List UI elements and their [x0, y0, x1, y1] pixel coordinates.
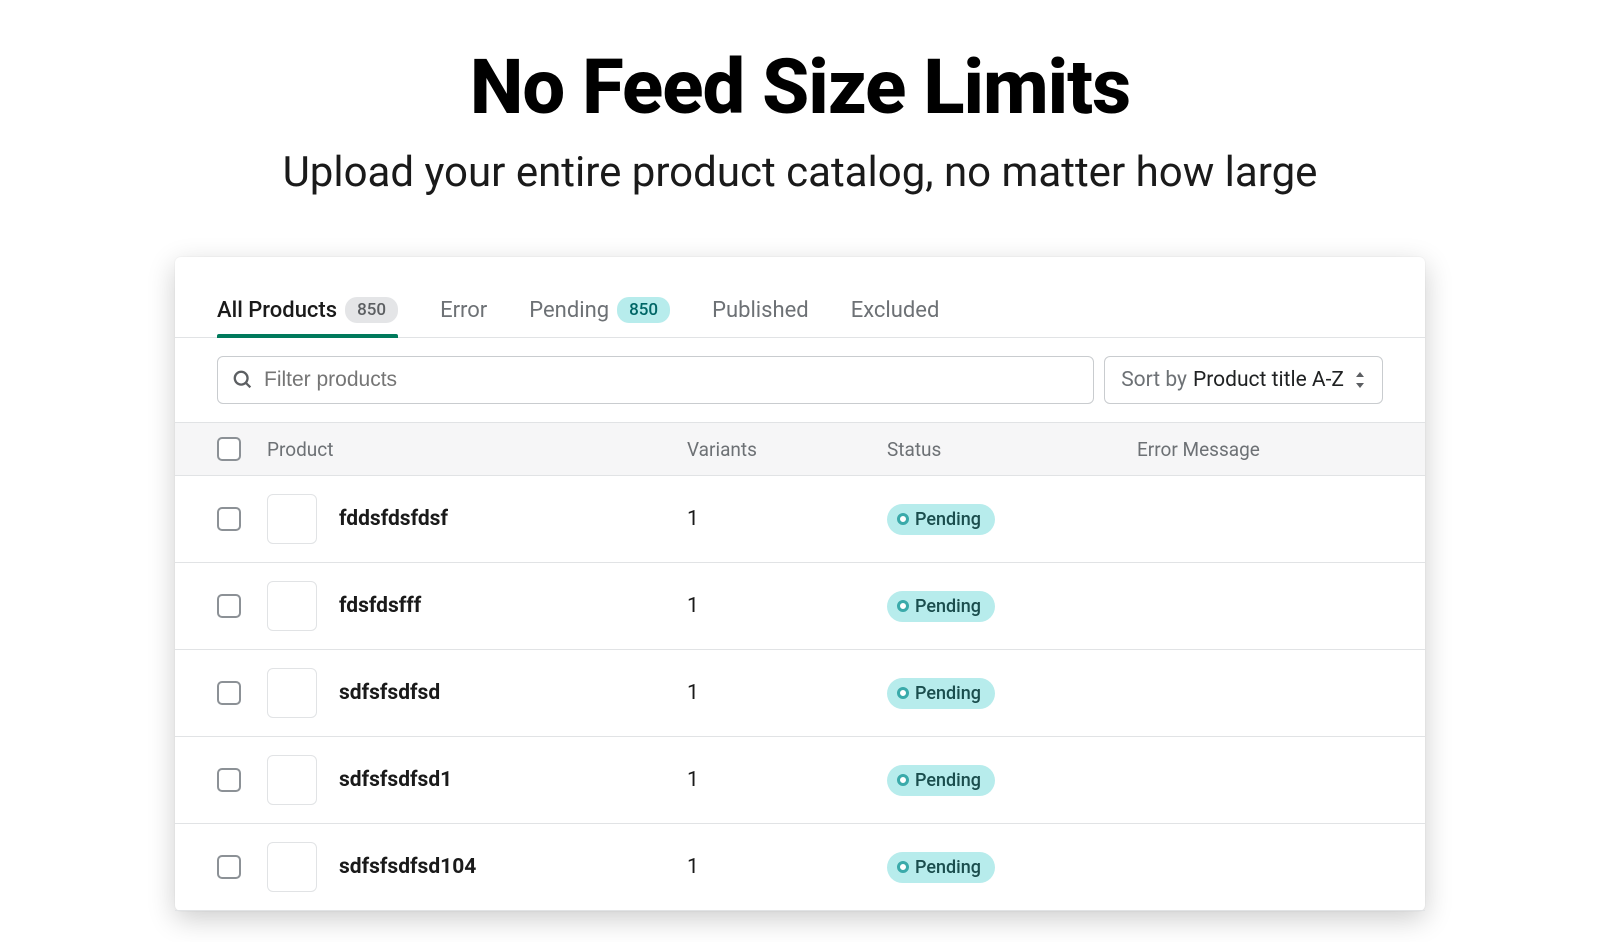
tab-label: Pending [529, 298, 609, 323]
product-thumbnail [267, 842, 317, 892]
status-dot-icon [897, 513, 909, 525]
status-text: Pending [915, 509, 981, 530]
product-thumbnail [267, 494, 317, 544]
variants-value: 1 [687, 681, 887, 705]
row-checkbox[interactable] [217, 768, 241, 792]
table-header: Product Variants Status Error Message [175, 422, 1425, 476]
product-thumbnail [267, 581, 317, 631]
sort-label: Sort by [1121, 368, 1187, 392]
table-row: sdfsfsdfsd 1 Pending [175, 650, 1425, 737]
status-dot-icon [897, 600, 909, 612]
tab-label: Published [712, 298, 809, 323]
tab-label: All Products [217, 298, 337, 323]
status-text: Pending [915, 770, 981, 791]
variants-value: 1 [687, 855, 887, 879]
status-badge: Pending [887, 504, 995, 535]
col-header-status: Status [887, 438, 1137, 461]
status-dot-icon [897, 861, 909, 873]
status-dot-icon [897, 774, 909, 786]
tab-pending[interactable]: Pending 850 [529, 287, 670, 337]
controls-row: Sort by Product title A-Z [175, 338, 1425, 422]
page-title: No Feed Size Limits [0, 42, 1600, 132]
tab-count-badge: 850 [345, 297, 398, 323]
tab-error[interactable]: Error [440, 288, 487, 337]
product-name[interactable]: sdfsfsdfsd [339, 681, 440, 705]
table-row: sdfsfsdfsd104 1 Pending [175, 824, 1425, 911]
select-all-checkbox[interactable] [217, 437, 241, 461]
sort-caret-icon [1354, 372, 1366, 388]
search-icon [232, 369, 254, 391]
col-header-product: Product [267, 438, 687, 461]
status-text: Pending [915, 857, 981, 878]
product-name[interactable]: sdfsfsdfsd104 [339, 855, 476, 879]
product-thumbnail [267, 755, 317, 805]
status-badge: Pending [887, 852, 995, 883]
product-thumbnail [267, 668, 317, 718]
col-header-error: Error Message [1137, 438, 1383, 461]
row-checkbox[interactable] [217, 855, 241, 879]
status-badge: Pending [887, 678, 995, 709]
search-input[interactable] [254, 368, 1079, 392]
status-text: Pending [915, 683, 981, 704]
page-subtitle: Upload your entire product catalog, no m… [0, 148, 1600, 197]
tab-excluded[interactable]: Excluded [851, 288, 940, 337]
status-text: Pending [915, 596, 981, 617]
row-checkbox[interactable] [217, 507, 241, 531]
table-row: fddsfdsfdsf 1 Pending [175, 476, 1425, 563]
product-name[interactable]: fdsfdsfff [339, 594, 421, 618]
tab-count-badge: 850 [617, 297, 670, 323]
table-body: fddsfdsfdsf1Pendingfdsfdsfff1Pendingsdfs… [175, 476, 1425, 911]
tab-published[interactable]: Published [712, 288, 809, 337]
variants-value: 1 [687, 507, 887, 531]
search-field[interactable] [217, 356, 1094, 404]
row-checkbox[interactable] [217, 594, 241, 618]
table-row: sdfsfsdfsd1 1 Pending [175, 737, 1425, 824]
tab-all-products[interactable]: All Products 850 [217, 287, 398, 337]
product-panel: All Products 850 Error Pending 850 Published E… [175, 257, 1425, 911]
status-dot-icon [897, 687, 909, 699]
variants-value: 1 [687, 594, 887, 618]
sort-select[interactable]: Sort by Product title A-Z [1104, 356, 1383, 404]
product-name[interactable]: sdfsfsdfsd1 [339, 768, 452, 792]
row-checkbox[interactable] [217, 681, 241, 705]
variants-value: 1 [687, 768, 887, 792]
col-header-variants: Variants [687, 438, 887, 461]
tab-label: Excluded [851, 298, 940, 323]
tab-label: Error [440, 298, 487, 323]
product-name[interactable]: fddsfdsfdsf [339, 507, 448, 531]
tabs: All Products 850 Error Pending 850 Published E… [175, 287, 1425, 338]
sort-value: Product title A-Z [1193, 368, 1344, 392]
status-badge: Pending [887, 591, 995, 622]
status-badge: Pending [887, 765, 995, 796]
table-row: fdsfdsfff 1 Pending [175, 563, 1425, 650]
